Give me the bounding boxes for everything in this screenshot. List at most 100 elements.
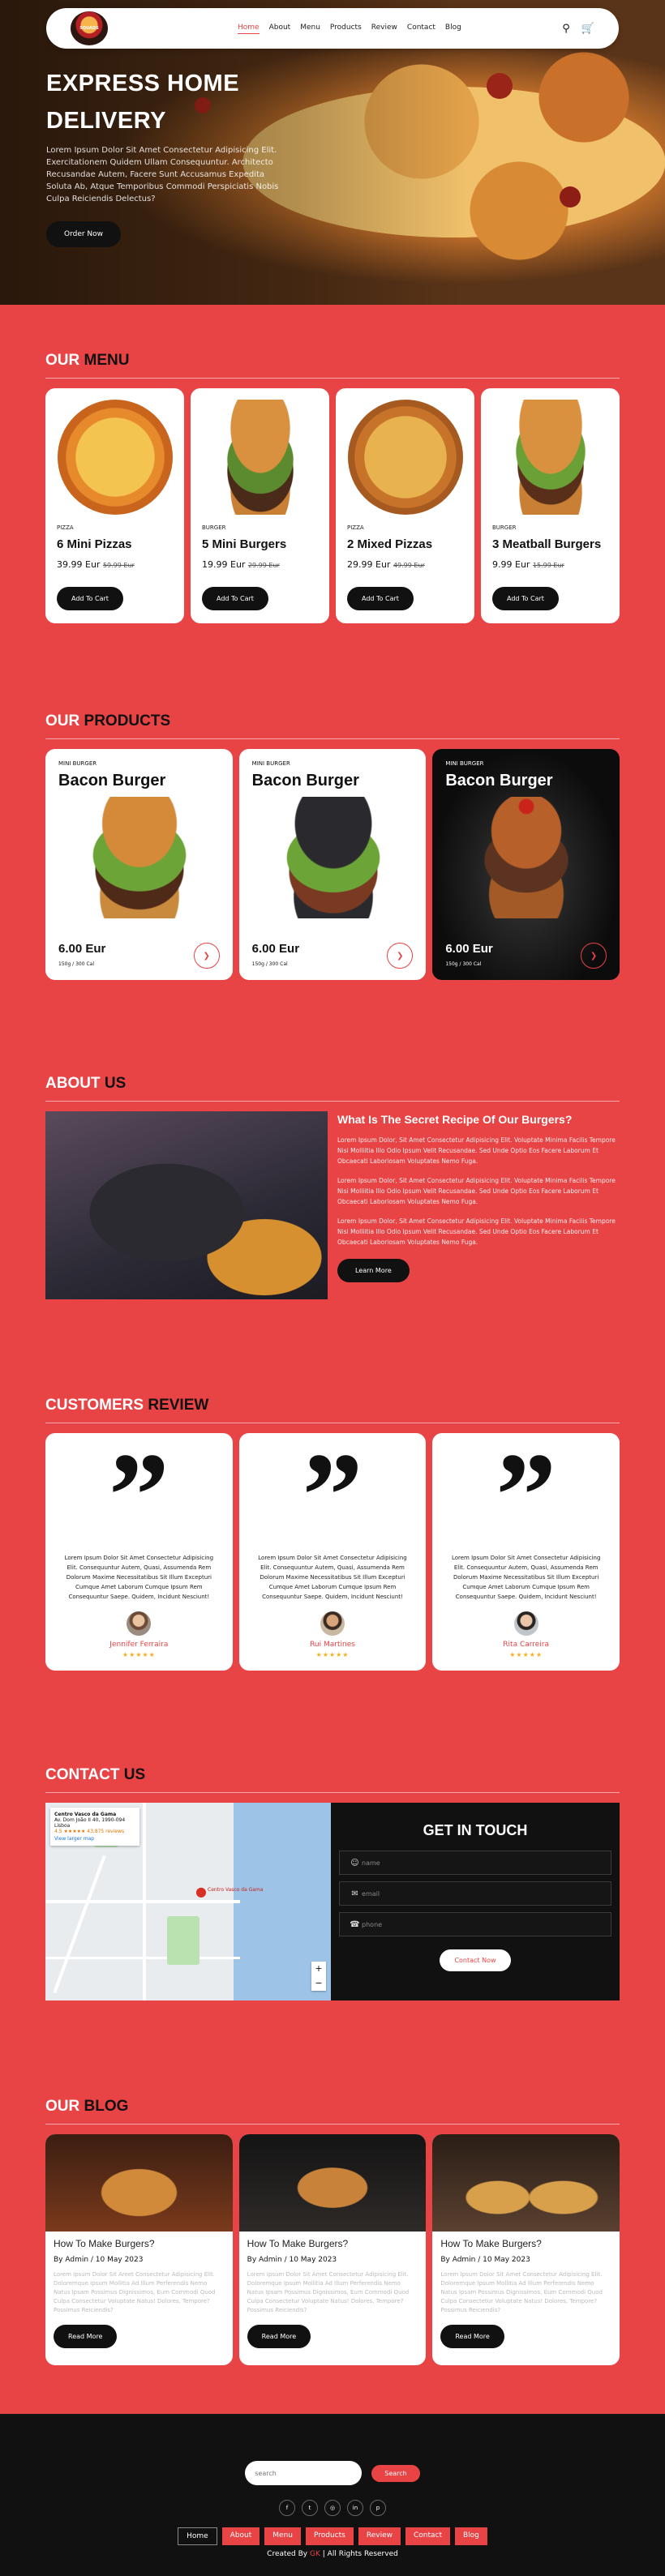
review-card: ” Lorem Ipsum Dolor Sit Amet Consectetur… (45, 1433, 233, 1671)
read-more-button[interactable]: Read More (440, 2325, 504, 2348)
nav-link-blog[interactable]: Blog (445, 24, 461, 34)
product-price: 6.00 Eur (251, 942, 300, 956)
blog-title[interactable]: How To Make Burgers? (54, 2238, 225, 2249)
burger-image (202, 400, 318, 515)
about-paragraph: Lorem Ipsum Dolor, Sit Amet Consectetur … (337, 1136, 616, 1165)
review-card: ” Lorem Ipsum Dolor Sit Amet Consectetur… (238, 1433, 427, 1671)
twitter-icon[interactable]: t (302, 2500, 318, 2516)
product-meta: 150g / 300 Cal (58, 961, 94, 967)
add-to-cart-button[interactable]: Add To Cart (347, 587, 414, 610)
arrow-right-icon[interactable]: ❯ (387, 943, 414, 969)
email-input[interactable] (362, 1889, 603, 1898)
nav-link-review[interactable]: Review (371, 24, 397, 34)
menu-item-name: 5 Mini Burgers (202, 537, 287, 551)
read-more-button[interactable]: Read More (54, 2325, 118, 2348)
burger-image (492, 400, 608, 515)
menu-grid: PIZZA 6 Mini Pizzas 39.99 Eur 59.99 Eur … (45, 388, 620, 623)
menu-item-category: BURGER (202, 524, 226, 531)
nav-link-menu[interactable]: Menu (300, 24, 320, 34)
pizza-image (347, 400, 463, 515)
contact-content: Centro Vasco da Gama Av. Dom João II 40,… (45, 1803, 620, 2000)
review-text: Lorem Ipsum Dolor Sit Amet Consectetur A… (451, 1555, 601, 1600)
price-current: 29.99 Eur (347, 559, 391, 570)
hero-section: SQUADS Home About Menu Products Review C… (0, 0, 665, 305)
name-input[interactable] (362, 1859, 603, 1867)
about-section: ABOUT US What Is The Secret Recipe Of Ou… (45, 980, 620, 1299)
menu-item-category: PIZZA (347, 524, 364, 531)
embedded-map[interactable]: Centro Vasco da Gama Av. Dom João II 40,… (45, 1803, 331, 2000)
nav-link-products[interactable]: Products (330, 24, 362, 34)
cart-icon[interactable]: 🛒 (581, 23, 594, 35)
map-place-name: Centro Vasco da Gama (54, 1812, 117, 1817)
blog-description: Lorem Ipsum Dolor Sit Amet Consectetur A… (54, 2271, 216, 2313)
blog-description: Lorem Ipsum Dolor Sit Amet Consectetur A… (440, 2271, 603, 2313)
zoom-in-button[interactable]: + (311, 1962, 326, 1976)
footer-link-about[interactable]: About (221, 2527, 260, 2545)
footer-search-button[interactable]: Search (371, 2464, 420, 2482)
arrow-right-icon[interactable]: ❯ (193, 943, 220, 969)
map-address: Av. Dom João II 40, 1990-094 Lisboa (54, 1817, 126, 1829)
phone-field: ☎ (339, 1912, 611, 1936)
read-more-button[interactable]: Read More (247, 2325, 311, 2348)
title-part-b: PRODUCTS (84, 712, 171, 730)
quote-icon: ” (108, 1451, 169, 1532)
search-icon[interactable]: ⚲ (562, 23, 570, 35)
copyright-author: GK (310, 2550, 320, 2558)
price-old: 49.99 Eur (393, 562, 425, 569)
avatar (127, 1611, 152, 1636)
footer-search-input[interactable] (245, 2461, 363, 2485)
add-to-cart-button[interactable]: Add To Cart (57, 587, 123, 610)
reviewer-name: Rita Carreira (503, 1641, 550, 1649)
footer-link-home[interactable]: Home (178, 2527, 217, 2545)
contact-now-button[interactable]: Contact Now (440, 1949, 511, 1971)
linkedin-icon[interactable]: in (347, 2500, 363, 2516)
price-old: 29.99 Eur (247, 562, 280, 569)
menu-item-name: 6 Mini Pizzas (57, 537, 132, 551)
product-meta: 150g / 300 Cal (445, 961, 482, 967)
nav-link-home[interactable]: Home (238, 24, 260, 34)
blog-body: How To Make Burgers? By Admin / 10 May 2… (432, 2232, 620, 2355)
footer-link-menu[interactable]: Menu (264, 2527, 301, 2545)
blog-image (45, 2134, 233, 2232)
map-road (143, 1803, 146, 2000)
learn-more-button[interactable]: Learn More (337, 1259, 410, 1282)
blog-title[interactable]: How To Make Burgers? (440, 2238, 611, 2249)
email-field: ✉ (339, 1881, 611, 1906)
order-now-button[interactable]: Order Now (46, 221, 122, 247)
site-logo[interactable]: SQUADS (71, 11, 108, 45)
quote-icon: ” (496, 1451, 557, 1532)
hero-title-line1: EXPRESS HOME (46, 71, 240, 96)
map-road (45, 1957, 240, 1959)
nav-icons: ⚲ 🛒 (562, 23, 594, 35)
hero-description: Lorem Ipsum Dolor Sit Amet Consectetur A… (46, 146, 279, 203)
zoom-out-button[interactable]: − (311, 1976, 326, 1991)
menu-card: PIZZA 6 Mini Pizzas 39.99 Eur 59.99 Eur … (45, 388, 184, 623)
footer-link-review[interactable]: Review (358, 2527, 401, 2545)
add-to-cart-button[interactable]: Add To Cart (492, 587, 559, 610)
instagram-icon[interactable]: ◎ (324, 2500, 341, 2516)
nav-link-contact[interactable]: Contact (407, 24, 435, 34)
products-section-title: OUR PRODUCTS (45, 712, 620, 739)
reviewer-name: Rui Martines (310, 1641, 355, 1649)
blog-section: OUR BLOG How To Make Burgers? By Admin /… (45, 2000, 620, 2365)
footer-link-blog[interactable]: Blog (455, 2527, 487, 2545)
blog-card: How To Make Burgers? By Admin / 10 May 2… (238, 2134, 427, 2365)
add-to-cart-button[interactable]: Add To Cart (202, 587, 268, 610)
footer-link-products[interactable]: Products (305, 2527, 354, 2545)
map-info-card: Centro Vasco da Gama Av. Dom João II 40,… (50, 1808, 139, 1846)
view-larger-map-link[interactable]: View larger map (54, 1836, 135, 1842)
arrow-right-icon[interactable]: ❯ (581, 943, 607, 969)
map-pin-icon[interactable]: ● (195, 1884, 207, 1899)
pinterest-icon[interactable]: p (370, 2500, 386, 2516)
star-rating: ★★★★★ (122, 1651, 156, 1658)
about-heading: What Is The Secret Recipe Of Our Burgers… (337, 1113, 573, 1126)
footer-link-contact[interactable]: Contact (405, 2527, 450, 2545)
blog-title[interactable]: How To Make Burgers? (247, 2238, 418, 2249)
price-old: 15.99 Eur (532, 562, 564, 569)
review-section: CUSTOMERS REVIEW ” Lorem Ipsum Dolor Sit… (45, 1299, 620, 1671)
nav-link-about[interactable]: About (269, 24, 291, 34)
review-grid: ” Lorem Ipsum Dolor Sit Amet Consectetur… (45, 1433, 620, 1671)
phone-input[interactable] (362, 1920, 603, 1928)
facebook-icon[interactable]: f (279, 2500, 295, 2516)
user-icon: ☺ (350, 1858, 359, 1868)
